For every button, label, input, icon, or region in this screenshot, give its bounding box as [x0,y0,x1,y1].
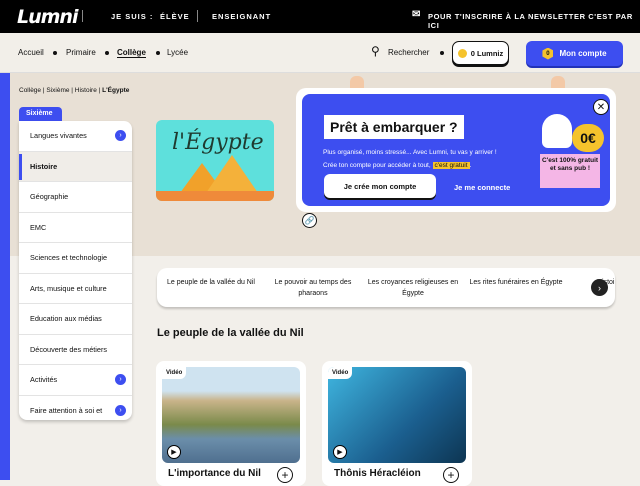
nav-college[interactable]: Collège [117,48,146,58]
create-account-button[interactable]: Je crée mon compte [324,174,436,198]
chevron-right-icon[interactable]: › [591,279,608,296]
link-icon[interactable]: 🔗 [302,213,317,228]
video-thumbnail[interactable]: Vidéo ▶ [328,367,466,463]
je-suis-label: JE SUIS : [111,12,154,21]
egypt-illustration: l'Égypte [156,120,274,201]
sidebar-item-label: Géographie [30,192,69,202]
dot [440,51,444,55]
crumb-histoire[interactable]: Histoire [75,87,97,94]
divider [82,10,83,22]
add-icon[interactable]: + [277,467,293,483]
account-label: Mon compte [559,49,607,58]
sidebar-item-active[interactable]: Histoire [19,151,132,182]
sidebar-item[interactable]: Langues vivantes › [19,121,132,152]
search-link[interactable]: Rechercher [388,48,429,57]
video-card[interactable]: Vidéo ▶ Thônis Héracléion + [322,361,472,486]
divider [197,10,198,22]
chapter-tabs: Le peuple de la vallée du Nil Le pouvoir… [157,268,615,307]
chevron-right-icon[interactable]: › [115,374,126,386]
chevron-right-icon[interactable]: › [115,130,126,142]
ghost-mascot-icon [542,114,572,148]
card-title[interactable]: Thônis Héracléion [334,468,421,479]
enseignant-link[interactable]: ENSEIGNANT [212,12,271,21]
popup-title: Prêt à embarquer ? [324,115,464,139]
nav-accueil[interactable]: Accueil [18,48,44,57]
signup-popup: Prêt à embarquer ? Plus organisé, moins … [296,88,616,212]
video-badge: Vidéo [328,367,353,379]
video-card[interactable]: Vidéo ▶ L'importance du Nil + [156,361,306,486]
chapter-tab[interactable]: Les croyances religieuses en Égypte [363,277,463,299]
popup-text: Plus organisé, moins stressé... Avec Lum… [323,149,497,169]
breadcrumb: Collège | Sixième | Histoire | L'Égypte [19,87,130,94]
sidebar-item-label: Activités [30,375,58,385]
sand [156,191,274,201]
popup-body: Prêt à embarquer ? Plus organisé, moins … [302,94,610,206]
dot [53,51,57,55]
dot [105,51,109,55]
accent-strip [0,73,10,480]
crumb-sixieme[interactable]: Sixième [46,87,69,94]
sidebar-item-label: Langues vivantes [30,131,87,141]
lumni-logo[interactable]: Lumni [17,6,78,28]
dot [156,51,160,55]
illustration-title: l'Égypte [172,130,264,155]
nav-primaire[interactable]: Primaire [66,48,96,57]
sidebar-item[interactable]: Faire attention à soi et › [19,396,132,421]
badge-icon: 0 [542,47,554,60]
sidebar-item[interactable]: Géographie [19,182,132,213]
sidebar-item[interactable]: EMC [19,213,132,243]
chapter-tab[interactable]: Le peuple de la vallée du Nil [161,277,261,288]
coin-icon [457,48,467,58]
lumniz-button[interactable]: 0 Lumniz [452,41,509,65]
top-bar: Lumni JE SUIS : ÉLÈVE ENSEIGNANT ✉ POUR … [0,0,640,33]
sidebar-item[interactable]: Activités › [19,365,132,396]
sidebar-item[interactable]: Arts, musique et culture [19,274,132,304]
eleve-link[interactable]: ÉLÈVE [160,12,190,21]
lumniz-label: 0 Lumniz [470,48,504,58]
sidebar-item-label: Arts, musique et culture [30,283,107,293]
sidebar-item[interactable]: Education aux médias [19,304,132,335]
chapter-tab[interactable]: Le pouvoir au temps des pharaons [263,277,363,299]
play-icon[interactable]: ▶ [333,445,347,459]
sidebar-item[interactable]: Découverte des métiers [19,335,132,365]
add-icon[interactable]: + [443,467,459,483]
account-button[interactable]: 0 Mon compte [526,41,623,66]
sidebar-item[interactable]: Sciences et technologie [19,243,132,274]
nav-lycee[interactable]: Lycée [167,48,188,57]
chevron-right-icon[interactable]: › [115,404,126,416]
promo-label: C'est 100% gratuit et sans pub ! [540,154,600,188]
crumb-current: L'Égypte [102,87,130,94]
video-badge: Vidéo [162,367,187,379]
crumb-college[interactable]: Collège [19,87,41,94]
play-icon[interactable]: ▶ [167,445,181,459]
sidebar-item-label: Histoire [30,161,58,171]
login-link[interactable]: Je me connecte [454,183,510,192]
section-title: Le peuple de la vallée du Nil [157,327,304,339]
newsletter-link[interactable]: POUR T'INSCRIRE À LA NEWSLETTER C'EST PA… [428,12,640,30]
sidebar-item-label: EMC [30,222,47,232]
subject-sidebar: Langues vivantes › Histoire Géographie EM… [19,121,132,420]
pyramid [206,155,258,193]
price-badge: 0€ [572,124,604,152]
card-title[interactable]: L'importance du Nil [168,468,261,479]
sidebar-item-label: Education aux médias [30,314,102,324]
video-thumbnail[interactable]: Vidéo ▶ [162,367,300,463]
sidebar-item-label: Découverte des métiers [30,344,108,354]
search-icon[interactable]: ⚲ [371,44,380,58]
close-icon[interactable]: ✕ [593,99,609,115]
chapter-tab[interactable]: Les rites funéraires en Égypte [466,277,566,288]
sidebar-item-label: Faire attention à soi et [30,405,103,415]
mail-icon: ✉ [412,9,422,20]
sidebar-item-label: Sciences et technologie [30,253,108,263]
